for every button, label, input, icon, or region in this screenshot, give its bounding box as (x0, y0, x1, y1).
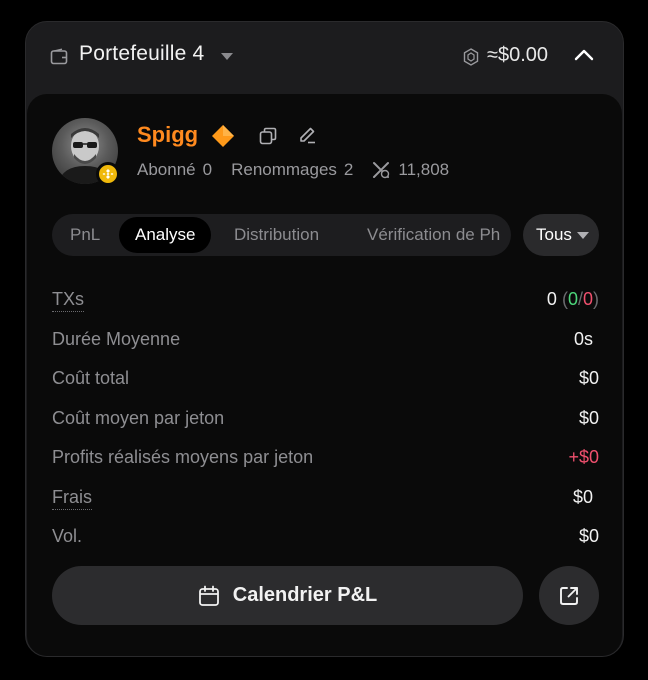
tab-bar: PnL Analyse Distribution Vérification de… (52, 214, 511, 256)
metric-value: +$0 (568, 447, 599, 467)
filter-dropdown[interactable]: Tous (523, 214, 599, 256)
edit-icon[interactable] (298, 126, 316, 144)
share-button[interactable] (539, 566, 599, 625)
followers-label: Abonné (137, 160, 196, 179)
wallet-panel: Portefeuille 4 ≈$0.00 Spigg Abonné 0 Ren… (25, 21, 624, 657)
filter-selected: Tous (536, 225, 572, 244)
caret-down-icon[interactable] (221, 53, 233, 60)
external-link-icon (560, 586, 578, 605)
metric-value: $0 (578, 407, 599, 428)
copy-icon[interactable] (259, 127, 277, 145)
bnb-badge-icon (102, 169, 114, 179)
txs-close-paren: ) (593, 289, 599, 309)
diamond-icon (212, 125, 234, 147)
x-followers-icon (373, 162, 390, 179)
metric-value: $0 (572, 486, 593, 507)
metric-value: $0 (578, 526, 599, 546)
metrics-list: TXs 0 (0/0) Durée Moyenne 0s Coût total … (52, 289, 599, 566)
wallet-icon (50, 48, 68, 65)
metric-value: 0s (573, 328, 593, 349)
bnb-icon (463, 48, 479, 66)
wallet-balance: ≈$0.00 (487, 44, 549, 66)
renames-value: 2 (343, 160, 354, 179)
txs-sells: 0 (582, 289, 593, 309)
metric-row-avg-duration: Durée Moyenne 0s (52, 329, 599, 369)
bnb-chain-badge (96, 162, 120, 186)
metric-label: Coût moyen par jeton (52, 407, 225, 428)
metric-row-avg-cost: Coût moyen par jeton $0 (52, 408, 599, 448)
pnl-calendar-label: Calendrier P&L (232, 584, 378, 606)
metric-row-volume: Vol. $0 (52, 526, 599, 566)
metric-label: Coût total (52, 368, 130, 388)
followers-value: 0 (202, 160, 213, 179)
txs-total: 0 (546, 289, 557, 309)
wallet-details: Spigg Abonné 0 Renommages 2 11,808 PnL A… (27, 94, 622, 656)
x-followers-value: 11,808 (398, 160, 450, 179)
metric-row-fees: Frais $0 (52, 487, 599, 527)
metric-label: Profits réalisés moyens par jeton (52, 447, 314, 467)
metric-label[interactable]: Frais (52, 487, 92, 510)
wallet-header[interactable]: Portefeuille 4 ≈$0.00 (26, 22, 623, 94)
chevron-up-icon[interactable] (574, 48, 594, 62)
tab-distribution[interactable]: Distribution (234, 214, 319, 256)
metric-label[interactable]: TXs (52, 289, 85, 312)
renames-label: Renommages (231, 160, 337, 179)
metric-row-txs: TXs 0 (0/0) (52, 289, 599, 329)
metric-value: $0 (578, 368, 599, 388)
tab-pnl[interactable]: PnL (70, 214, 100, 256)
pnl-calendar-button[interactable]: Calendrier P&L (52, 566, 523, 625)
caret-down-icon (577, 232, 589, 239)
txs-buys: 0 (567, 289, 578, 309)
metric-row-total-cost: Coût total $0 (52, 368, 599, 408)
metric-label: Vol. (52, 526, 83, 546)
username[interactable]: Spigg (137, 122, 198, 148)
metric-value-txs: 0 (0/0) (547, 289, 599, 310)
profile-stats: Abonné 0 Renommages 2 11,808 (137, 160, 449, 180)
wallet-title[interactable]: Portefeuille 4 (79, 42, 204, 66)
calendar-icon (198, 585, 219, 606)
metric-label: Durée Moyenne (52, 328, 181, 349)
tab-analyse[interactable]: Analyse (119, 217, 212, 253)
tab-verification[interactable]: Vérification de Ph (367, 214, 500, 256)
metric-row-avg-realized-profit: Profits réalisés moyens par jeton +$0 (52, 447, 599, 487)
